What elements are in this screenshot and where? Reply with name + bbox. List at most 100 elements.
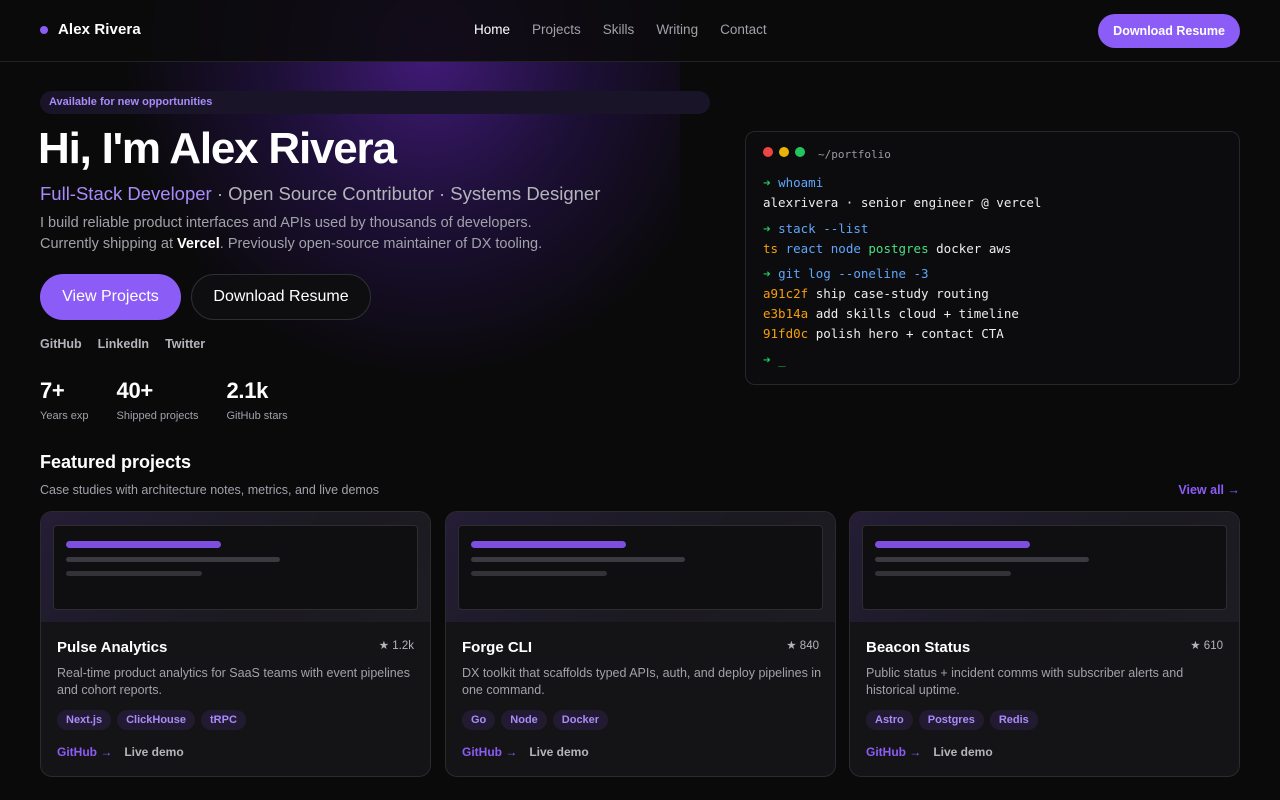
project-links: GitHub → Live demo <box>462 745 589 759</box>
github-link[interactable]: GitHub → <box>866 745 921 759</box>
commit-line: 91fd0c polish hero + contact CTA <box>763 326 1004 341</box>
hero-desc-line2-post: . Previously open-source maintainer of D… <box>219 236 543 252</box>
brand-name: Alex Rivera <box>58 21 141 38</box>
terminal-output: ts react node postgres docker aws <box>763 241 1011 256</box>
nav-link-skills[interactable]: Skills <box>603 22 635 37</box>
project-description: DX toolkit that scaffolds typed APIs, au… <box>462 666 822 697</box>
terminal-cmd-line: ➜ stack --list <box>763 221 868 236</box>
view-all-link[interactable]: View all → <box>1178 483 1240 497</box>
terminal-cmd-line: ➜ whoami <box>763 175 823 190</box>
project-links: GitHub → Live demo <box>57 745 184 759</box>
stat-years: 7+ Years exp <box>40 378 89 422</box>
project-stars: ★ 840 <box>786 640 819 652</box>
brand-dot-icon <box>40 25 48 34</box>
hero-role: Full-Stack Developer <box>40 183 212 204</box>
tech-tag: Go <box>462 710 496 730</box>
github-link[interactable]: GitHub → <box>57 745 112 759</box>
stat-label: Years exp <box>40 410 89 422</box>
terminal-command: whoami <box>778 175 824 190</box>
hero-desc-line2: Currently shipping at Vercel. Previously… <box>40 234 640 255</box>
prompt-icon: ➜ <box>763 352 771 367</box>
nav-link-writing[interactable]: Writing <box>656 22 698 37</box>
commit-line: e3b14a add skills cloud + timeline <box>763 306 1019 321</box>
card-preview-header <box>41 512 430 622</box>
commit-message: polish hero + contact CTA <box>815 326 1004 341</box>
nav-link-projects[interactable]: Projects <box>532 22 581 37</box>
nav-link-home[interactable]: Home <box>474 22 510 37</box>
featured-subtitle: Case studies with architecture notes, me… <box>40 483 380 497</box>
window-controls <box>763 147 805 157</box>
preview-bar <box>471 557 685 562</box>
live-demo-link[interactable]: Live demo <box>124 745 183 759</box>
maximize-dot-icon <box>795 147 805 157</box>
stack-item: postgres <box>868 241 929 256</box>
commit-hash: a91c2f <box>763 286 809 301</box>
preview-bar <box>471 571 607 576</box>
nav-link-contact[interactable]: Contact <box>720 22 767 37</box>
terminal-cmd-line: ➜ git log --oneline -3 <box>763 266 929 281</box>
minimize-dot-icon <box>779 147 789 157</box>
stat-value: 7+ <box>40 378 65 403</box>
stack-item: node <box>830 241 861 256</box>
social-github-link[interactable]: GitHub <box>40 337 82 351</box>
project-tags: Next.js ClickHouse tRPC <box>57 710 246 730</box>
tech-tag: Node <box>501 710 547 730</box>
social-twitter-link[interactable]: Twitter <box>165 337 205 351</box>
project-stars: ★ 1.2k <box>378 640 414 652</box>
commit-hash: e3b14a <box>763 306 809 321</box>
social-links: GitHub LinkedIn Twitter <box>40 337 205 351</box>
project-links: GitHub → Live demo <box>866 745 993 759</box>
project-tags: Go Node Docker <box>462 710 609 730</box>
project-card-beacon[interactable]: Beacon Status ★ 610 Public status + inci… <box>849 511 1240 777</box>
hero-role-rest: · Open Source Contributor · Systems Desi… <box>211 183 601 204</box>
commit-line: a91c2f ship case-study routing <box>763 286 989 301</box>
tech-tag: Redis <box>989 710 1038 730</box>
live-demo-link[interactable]: Live demo <box>933 745 992 759</box>
commit-message: add skills cloud + timeline <box>815 306 1019 321</box>
hero-desc-company: Vercel <box>177 236 220 252</box>
preview-bar <box>66 557 280 562</box>
card-preview-image <box>458 525 823 610</box>
terminal-window: ~/portfolio ➜ whoami alexrivera · senior… <box>745 131 1240 385</box>
availability-badge: Available for new opportunities <box>40 91 710 114</box>
hero-desc-line1: I build reliable product interfaces and … <box>40 215 532 231</box>
stat-stars: 2.1k GitHub stars <box>226 378 287 422</box>
project-card-pulse[interactable]: Pulse Analytics ★ 1.2k Real-time product… <box>40 511 431 777</box>
prompt-icon: ➜ <box>763 221 771 236</box>
preview-bar <box>66 541 221 548</box>
hero-description: I build reliable product interfaces and … <box>40 213 640 255</box>
terminal-output: alexrivera · senior engineer @ vercel <box>763 195 1042 210</box>
stack-item: docker <box>936 241 982 256</box>
hero-subtitle: Full-Stack Developer · Open Source Contr… <box>40 183 600 205</box>
stats: 7+ Years exp 40+ Shipped projects 2.1k G… <box>40 378 288 422</box>
brand[interactable]: Alex Rivera <box>40 21 141 38</box>
card-preview-header <box>850 512 1239 622</box>
card-preview-image <box>53 525 418 610</box>
terminal-cursor-line: ➜ _ <box>763 352 786 367</box>
tech-tag: ClickHouse <box>117 710 195 730</box>
tech-tag: Next.js <box>57 710 112 730</box>
hero-title: Hi, I'm Alex Rivera <box>38 124 397 173</box>
tech-tag: Astro <box>866 710 913 730</box>
preview-bar <box>875 541 1030 548</box>
card-preview-image <box>862 525 1227 610</box>
project-name: Pulse Analytics <box>57 639 168 656</box>
terminal-command: git log --oneline -3 <box>778 266 929 281</box>
github-link[interactable]: GitHub → <box>462 745 517 759</box>
project-card-forge[interactable]: Forge CLI ★ 840 DX toolkit that scaffold… <box>445 511 836 777</box>
download-resume-nav-button[interactable]: Download Resume <box>1098 14 1240 48</box>
stat-projects: 40+ Shipped projects <box>117 378 199 422</box>
social-linkedin-link[interactable]: LinkedIn <box>98 337 149 351</box>
terminal-path: ~/portfolio <box>818 148 891 161</box>
project-tags: Astro Postgres Redis <box>866 710 1038 730</box>
tech-tag: Docker <box>552 710 609 730</box>
live-demo-link[interactable]: Live demo <box>529 745 588 759</box>
tech-tag: Postgres <box>918 710 984 730</box>
view-projects-button[interactable]: View Projects <box>40 274 181 320</box>
card-preview-header <box>446 512 835 622</box>
project-name: Beacon Status <box>866 639 971 656</box>
download-resume-button[interactable]: Download Resume <box>191 274 371 320</box>
stack-item: react <box>785 241 824 256</box>
stat-value: 2.1k <box>226 378 269 403</box>
preview-bar <box>66 571 202 576</box>
